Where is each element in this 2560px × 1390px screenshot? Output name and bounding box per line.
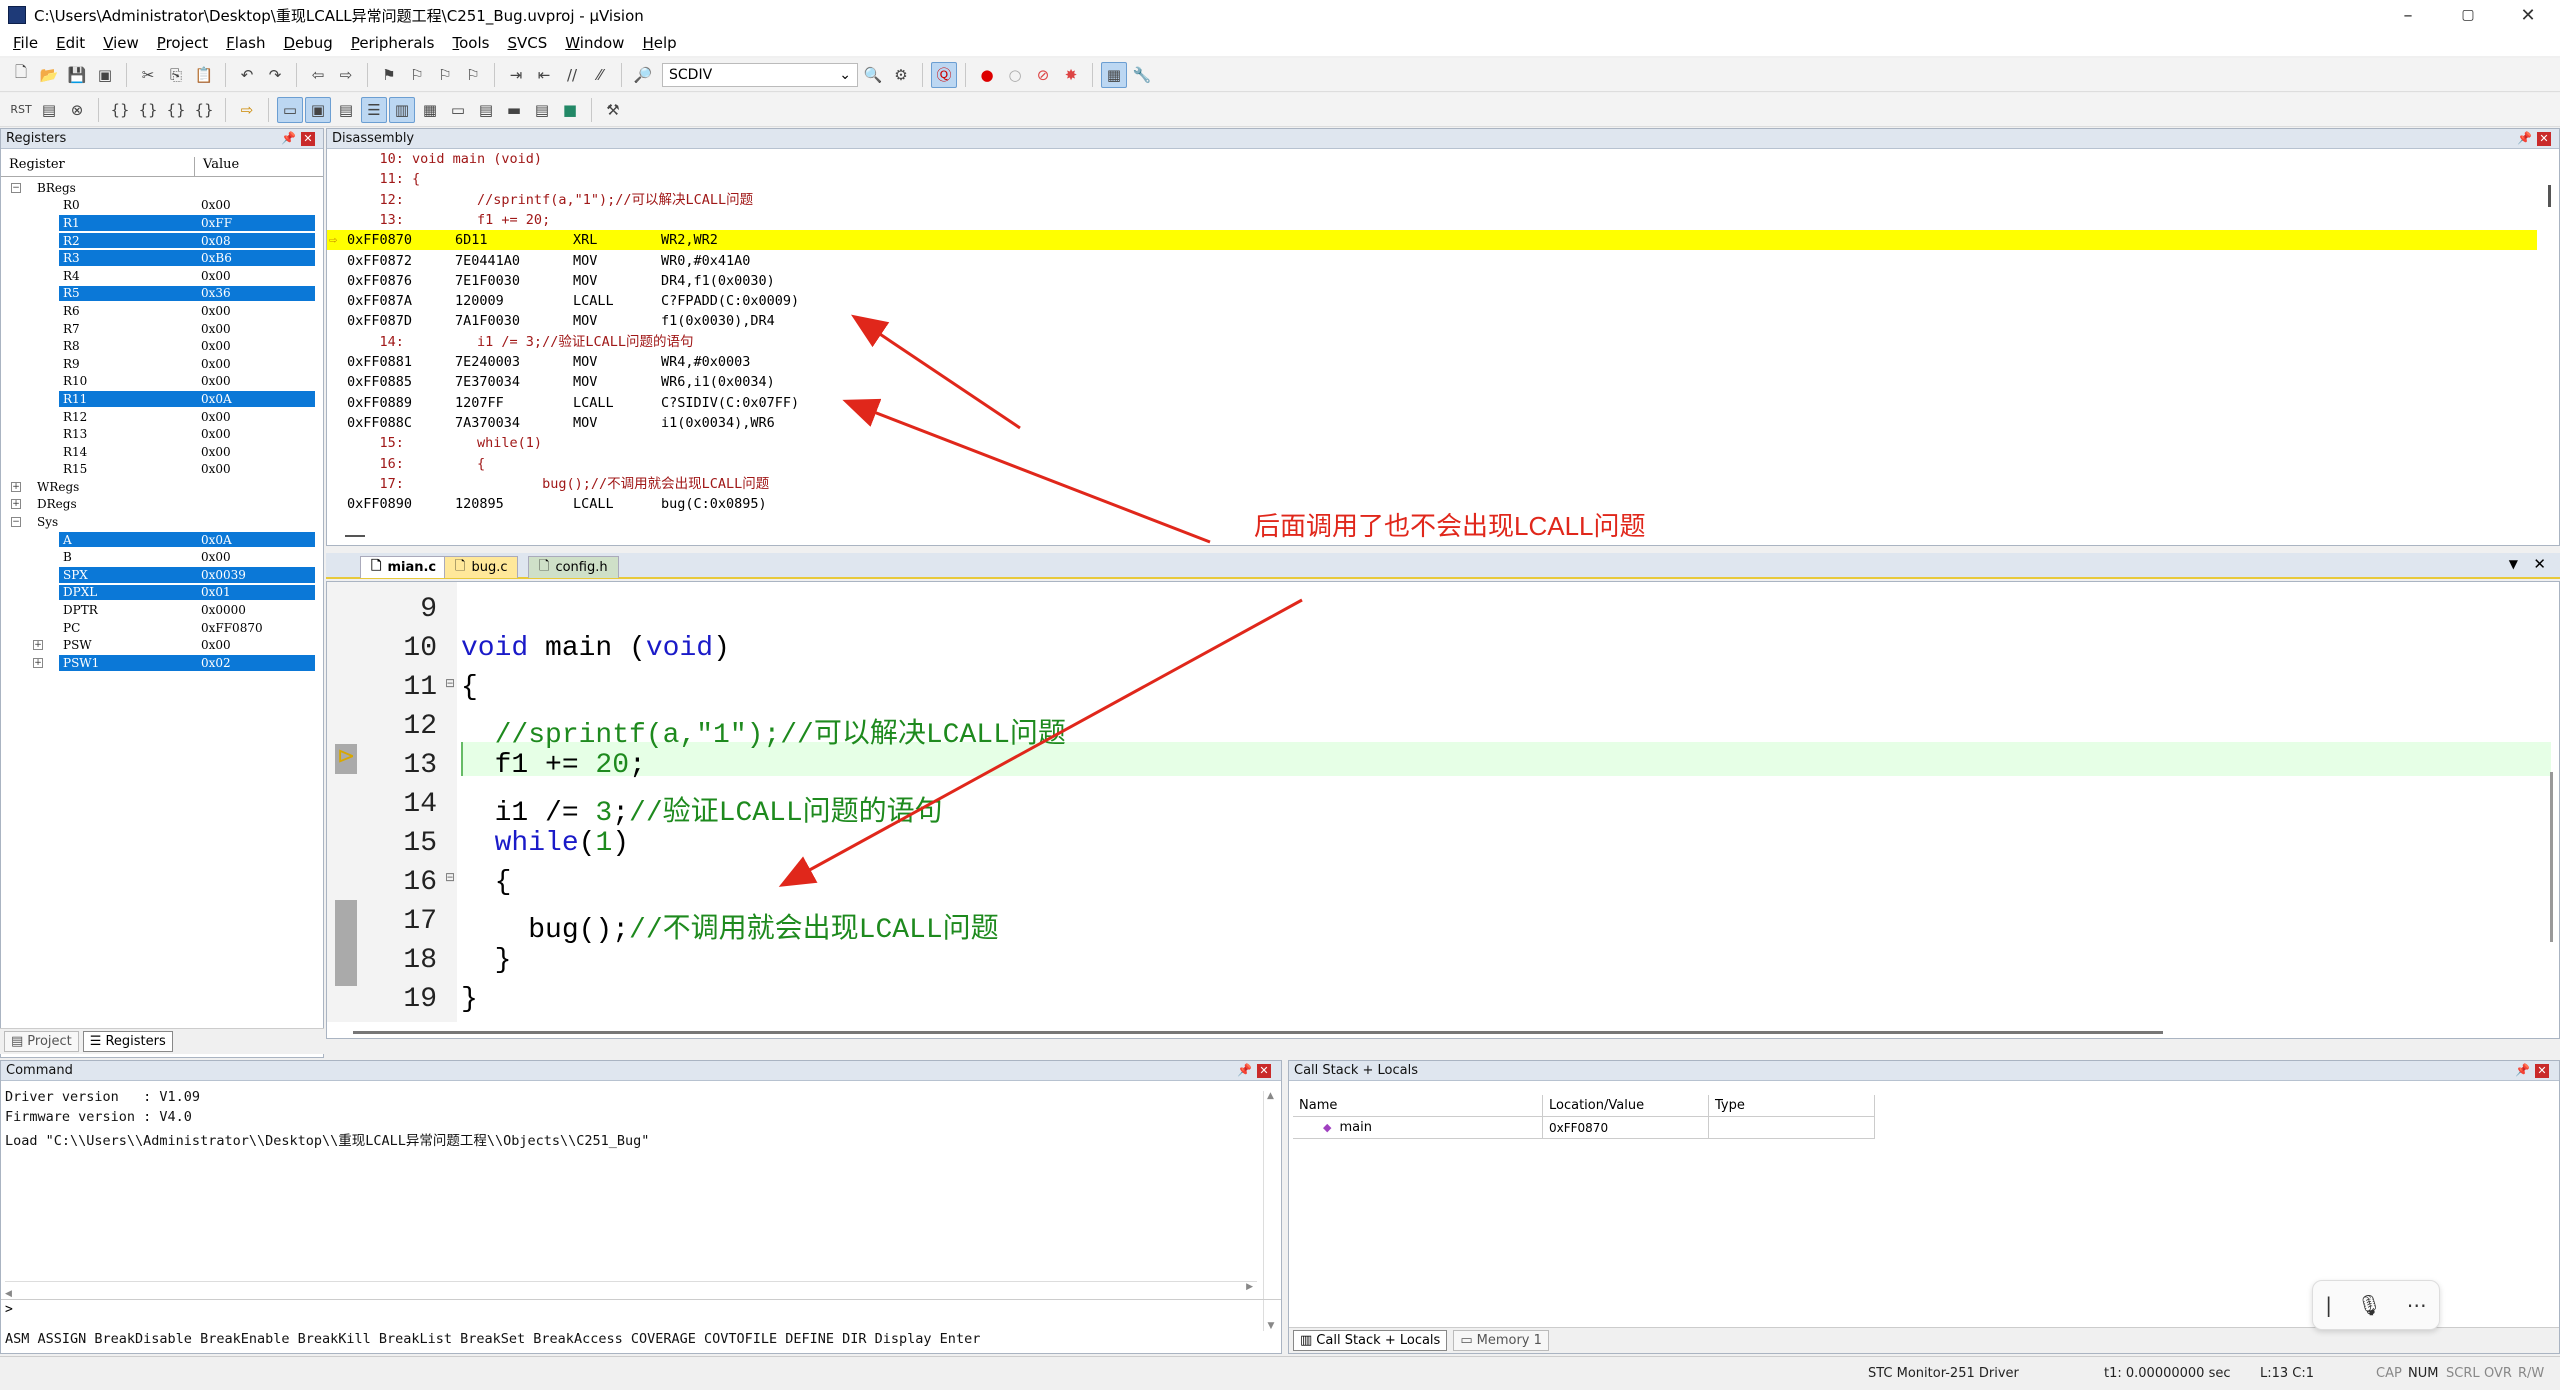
voice-input-widget: | 🎙 ⋯ (2312, 1280, 2440, 1330)
more-options-icon[interactable]: ⋯ (2407, 1293, 2427, 1317)
call-stack-row[interactable]: ◆ main (1293, 1117, 1543, 1139)
pin-icon[interactable]: 📌 (2515, 1063, 2530, 1077)
memory-icon: ▭ (1460, 1333, 1473, 1348)
call-stack-bottom-tabs: ▥ Call Stack + Locals ▭ Memory 1 (1289, 1327, 2559, 1353)
type-column-header[interactable]: Type (1709, 1095, 1875, 1117)
close-icon[interactable]: ✕ (2535, 1064, 2549, 1078)
command-output-line: Load "C:\\Users\\Administrator\\Desktop\… (5, 1133, 650, 1149)
status-bar: STC Monitor-251 Driver t1: 0.00000000 se… (0, 1356, 2560, 1390)
pin-icon[interactable]: 📌 (1237, 1063, 1252, 1077)
read-write-status: R/W (2518, 1366, 2545, 1381)
call-stack-panel-title: Call Stack + Locals (1294, 1063, 1419, 1078)
command-input[interactable]: > (1, 1299, 1281, 1321)
debug-driver-status: STC Monitor-251 Driver (1868, 1366, 2019, 1381)
command-panel: Command 📌 ✕ Driver version : V1.09 Firmw… (0, 1060, 1282, 1354)
scroll-lock-status: SCRL (2446, 1366, 2480, 1381)
command-vertical-scrollbar[interactable]: ▲ ▼ (1263, 1091, 1277, 1331)
call-stack-type (1709, 1117, 1875, 1139)
call-stack-location: 0xFF0870 (1543, 1117, 1709, 1139)
tab-call-stack-locals[interactable]: ▥ Call Stack + Locals (1293, 1330, 1448, 1351)
location-column-header[interactable]: Location/Value (1543, 1095, 1709, 1117)
command-horizontal-scrollbar[interactable]: ◀ ▶ (5, 1281, 1257, 1299)
caps-lock-status: CAP (2376, 1366, 2402, 1381)
annotation-text: 后面调用了也不会出现LCALL问题 (1254, 511, 1646, 541)
call-stack-name: main (1339, 1120, 1372, 1135)
timer-status: t1: 0.00000000 sec (2104, 1366, 2231, 1381)
annotation-arrow (842, 398, 1211, 544)
close-icon[interactable]: ✕ (1257, 1064, 1271, 1078)
call-stack-icon: ▥ (1300, 1333, 1313, 1348)
overwrite-status: OVR (2484, 1366, 2512, 1381)
annotation-arrow (851, 314, 1021, 430)
command-panel-title: Command (6, 1063, 73, 1078)
microphone-icon[interactable]: 🎙 (2357, 1293, 2382, 1317)
command-output-line: Driver version : V1.09 (5, 1089, 201, 1105)
function-icon: ◆ (1323, 1121, 1332, 1134)
command-prompt: > (5, 1302, 13, 1317)
call-stack-panel-header: Call Stack + Locals 📌 ✕ (1289, 1061, 2559, 1081)
command-help-line: ASM ASSIGN BreakDisable BreakEnable Brea… (5, 1331, 981, 1347)
command-output-line: Firmware version : V4.0 (5, 1109, 192, 1125)
command-panel-header: Command 📌 ✕ (1, 1061, 1281, 1081)
num-lock-status: NUM (2408, 1366, 2439, 1381)
cursor-position-status: L:13 C:1 (2260, 1366, 2315, 1381)
tab-memory-1[interactable]: ▭ Memory 1 (1453, 1330, 1549, 1351)
annotation-arrow (778, 598, 1303, 887)
text-cursor-icon[interactable]: | (2325, 1293, 2332, 1317)
name-column-header[interactable]: Name (1293, 1095, 1543, 1117)
